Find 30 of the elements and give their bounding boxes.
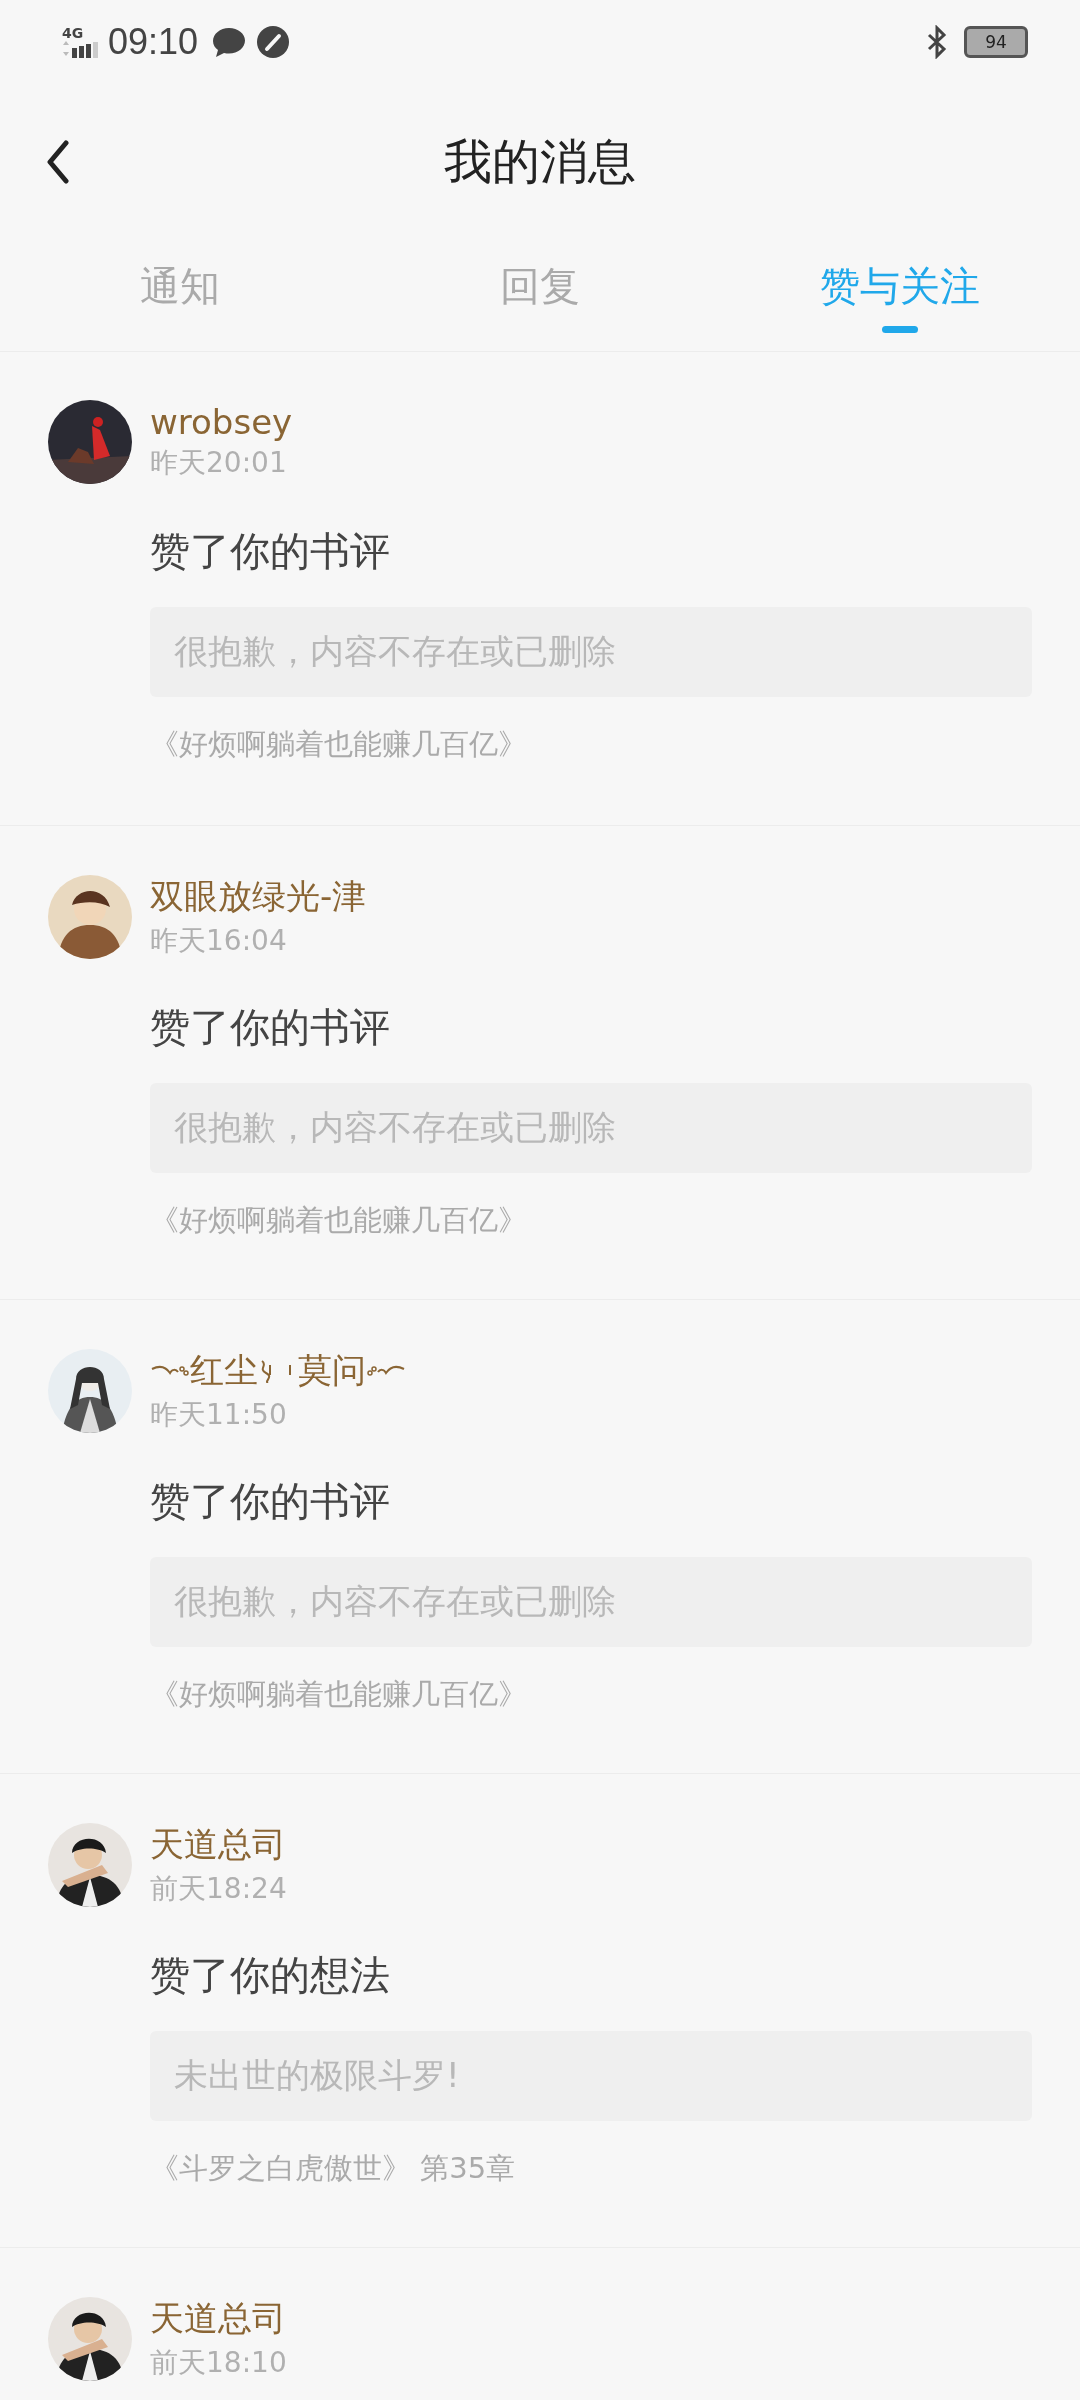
book-title[interactable]: 《好烦啊躺着也能赚几百亿》 (150, 1201, 1032, 1241)
timestamp: 昨天20:01 (150, 445, 288, 481)
bluetooth-icon (926, 25, 948, 59)
tab[interactable]: 回复 (360, 239, 720, 351)
page-title: 我的消息 (444, 131, 636, 191)
user-name[interactable]: 莫问 (298, 1348, 366, 1394)
network-label: 4G (62, 26, 84, 40)
tab[interactable]: 赞与关注 (720, 239, 1080, 351)
signal-icon (62, 40, 98, 58)
action-text: 赞了你的书评 (150, 527, 391, 576)
user-name[interactable]: 天道总司 (150, 1822, 286, 1868)
book-title[interactable]: 《好烦啊躺着也能赚几百亿》 (150, 1675, 1032, 1715)
action-text: 赞了你的书评 (150, 1477, 391, 1526)
tab[interactable]: 通知 (0, 239, 360, 351)
timestamp: 前天18:24 (150, 1871, 287, 1907)
action-text: 赞了你的想法 (150, 1951, 391, 2000)
clock: 09:10 (108, 21, 199, 63)
battery-level: 94 (985, 32, 1007, 52)
timestamp: 昨天16:04 (150, 923, 288, 959)
tab-indicator (882, 326, 918, 333)
user-name[interactable]: wrobsey (150, 402, 293, 442)
timestamp: 昨天11:50 (150, 1397, 288, 1433)
book-title[interactable]: 《好烦啊躺着也能赚几百亿》 (150, 725, 1032, 765)
user-name[interactable]: 红尘 (190, 1348, 258, 1394)
action-text: 赞了你的书评 (150, 1003, 391, 1052)
timestamp: 前天18:10 (150, 2345, 287, 2381)
chat-bubble-icon (212, 26, 247, 58)
user-name[interactable]: 双眼放绿光-津 (150, 874, 367, 920)
user-name[interactable]: 天道总司 (150, 2296, 286, 2342)
book-title[interactable]: 《斗罗之白虎傲世》 第35章 (150, 2149, 1032, 2189)
